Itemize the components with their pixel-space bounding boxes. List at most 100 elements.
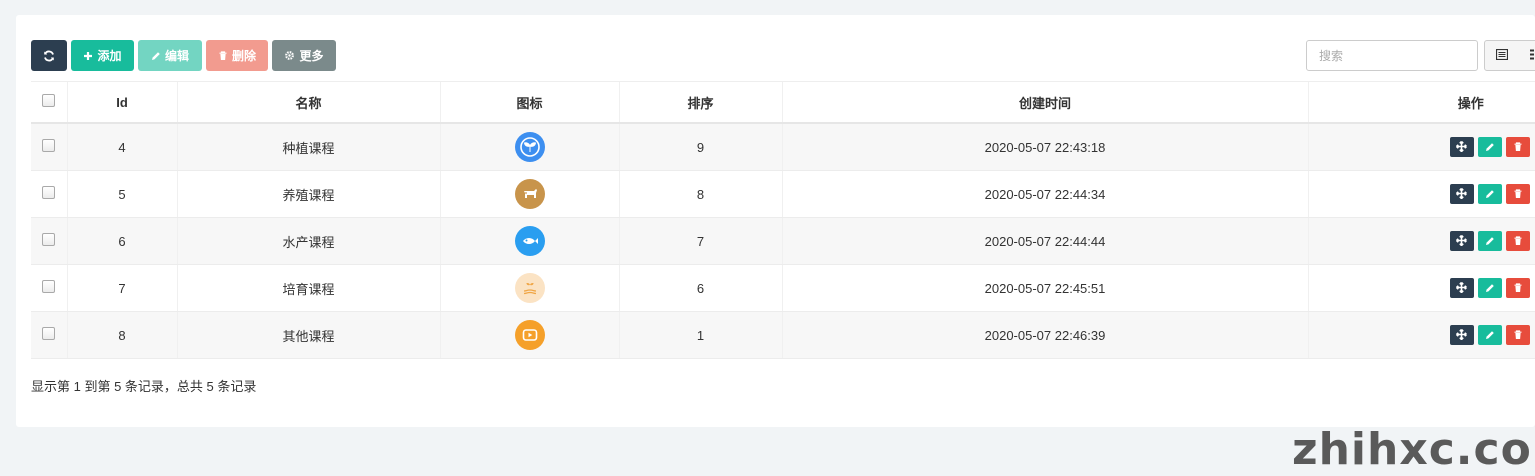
pencil-icon <box>151 51 161 61</box>
cell-name: 水产课程 <box>177 218 440 265</box>
cell-created: 2020-05-07 22:46:39 <box>782 312 1308 359</box>
row-checkbox[interactable] <box>42 327 55 340</box>
toggle-view-button[interactable] <box>1484 40 1520 71</box>
pencil-icon <box>1485 187 1495 202</box>
table-row: 5 养殖课程 8 2020-05-07 22:44:34 <box>31 171 1535 218</box>
cell-name: 其他课程 <box>177 312 440 359</box>
cell-created: 2020-05-07 22:44:44 <box>782 218 1308 265</box>
row-checkbox[interactable] <box>42 233 55 246</box>
pencil-icon <box>1485 328 1495 343</box>
column-header-actions: 操作 <box>1308 82 1535 124</box>
move-icon <box>1456 234 1467 249</box>
cell-created: 2020-05-07 22:44:34 <box>782 171 1308 218</box>
drag-sort-button[interactable] <box>1450 278 1474 298</box>
delete-button[interactable]: 删除 <box>206 40 268 71</box>
cell-created: 2020-05-07 22:45:51 <box>782 265 1308 312</box>
table-row: 6 水产课程 7 2020-05-07 22:44:44 <box>31 218 1535 265</box>
cell-sort: 1 <box>619 312 782 359</box>
cell-id: 8 <box>67 312 177 359</box>
column-header-id[interactable]: Id <box>67 82 177 124</box>
row-edit-button[interactable] <box>1478 278 1502 298</box>
cell-name: 培育课程 <box>177 265 440 312</box>
cell-sort: 6 <box>619 265 782 312</box>
move-icon <box>1456 281 1467 296</box>
row-actions <box>1450 278 1530 298</box>
row-actions <box>1450 137 1530 157</box>
fish-icon <box>515 226 545 256</box>
list-view-icon <box>1496 48 1508 63</box>
cell-sort: 7 <box>619 218 782 265</box>
add-button[interactable]: 添加 <box>71 40 134 71</box>
more-button[interactable]: 更多 <box>272 40 336 71</box>
drag-sort-button[interactable] <box>1450 325 1474 345</box>
table-row: 8 其他课程 1 2020-05-07 22:46:39 <box>31 312 1535 359</box>
edit-button-label: 编辑 <box>165 47 189 64</box>
columns-icon <box>1530 48 1535 63</box>
row-delete-button[interactable] <box>1506 137 1530 157</box>
column-header-created[interactable]: 创建时间 <box>782 82 1308 124</box>
cell-id: 7 <box>67 265 177 312</box>
pencil-icon <box>1485 234 1495 249</box>
refresh-icon <box>43 50 55 62</box>
move-icon <box>1456 140 1467 155</box>
row-edit-button[interactable] <box>1478 184 1502 204</box>
column-header-sort[interactable]: 排序 <box>619 82 782 124</box>
trash-icon <box>1513 328 1523 343</box>
drag-sort-button[interactable] <box>1450 137 1474 157</box>
search-input[interactable] <box>1306 40 1478 71</box>
table-header: Id 名称 图标 排序 创建时间 操作 <box>31 82 1535 124</box>
column-header-name[interactable]: 名称 <box>177 82 440 124</box>
nursery-icon <box>515 273 545 303</box>
row-edit-button[interactable] <box>1478 137 1502 157</box>
row-delete-button[interactable] <box>1506 325 1530 345</box>
sprout-icon <box>515 132 545 162</box>
toolbar: 添加 编辑 删除 更多 <box>31 40 336 71</box>
table-row: 7 培育课程 6 2020-05-07 22:45:51 <box>31 265 1535 312</box>
drag-sort-button[interactable] <box>1450 184 1474 204</box>
row-actions <box>1450 231 1530 251</box>
row-actions <box>1450 325 1530 345</box>
edit-button[interactable]: 编辑 <box>138 40 202 71</box>
cell-name: 养殖课程 <box>177 171 440 218</box>
cow-icon <box>515 179 545 209</box>
columns-button[interactable] <box>1519 40 1535 71</box>
row-checkbox[interactable] <box>42 139 55 152</box>
cell-id: 5 <box>67 171 177 218</box>
cell-id: 4 <box>67 123 177 171</box>
trash-icon <box>1513 234 1523 249</box>
delete-button-label: 删除 <box>232 47 256 64</box>
row-delete-button[interactable] <box>1506 231 1530 251</box>
row-actions <box>1450 184 1530 204</box>
column-header-actions-label: 操作 <box>1458 96 1484 111</box>
row-checkbox[interactable] <box>42 186 55 199</box>
drag-sort-button[interactable] <box>1450 231 1474 251</box>
trash-icon <box>218 51 228 61</box>
pencil-icon <box>1485 140 1495 155</box>
watermark: zhihxc.com <box>1292 424 1535 476</box>
select-all-checkbox[interactable] <box>42 94 55 107</box>
cell-id: 6 <box>67 218 177 265</box>
content-panel: 添加 编辑 删除 更多 <box>16 15 1535 427</box>
refresh-button[interactable] <box>31 40 67 71</box>
video-icon <box>515 320 545 350</box>
more-button-label: 更多 <box>299 47 323 64</box>
course-table: Id 名称 图标 排序 创建时间 操作 4 种植课程 9 2020-05-07 … <box>31 81 1535 359</box>
cell-sort: 8 <box>619 171 782 218</box>
row-delete-button[interactable] <box>1506 184 1530 204</box>
trash-icon <box>1513 187 1523 202</box>
plus-icon <box>83 51 93 61</box>
row-edit-button[interactable] <box>1478 325 1502 345</box>
select-all-cell <box>31 82 67 124</box>
pencil-icon <box>1485 281 1495 296</box>
cell-created: 2020-05-07 22:43:18 <box>782 123 1308 171</box>
gear-icon <box>284 50 295 61</box>
row-delete-button[interactable] <box>1506 278 1530 298</box>
row-edit-button[interactable] <box>1478 231 1502 251</box>
column-header-icon[interactable]: 图标 <box>440 82 619 124</box>
move-icon <box>1456 187 1467 202</box>
move-icon <box>1456 328 1467 343</box>
trash-icon <box>1513 281 1523 296</box>
row-checkbox[interactable] <box>42 280 55 293</box>
cell-name: 种植课程 <box>177 123 440 171</box>
trash-icon <box>1513 140 1523 155</box>
